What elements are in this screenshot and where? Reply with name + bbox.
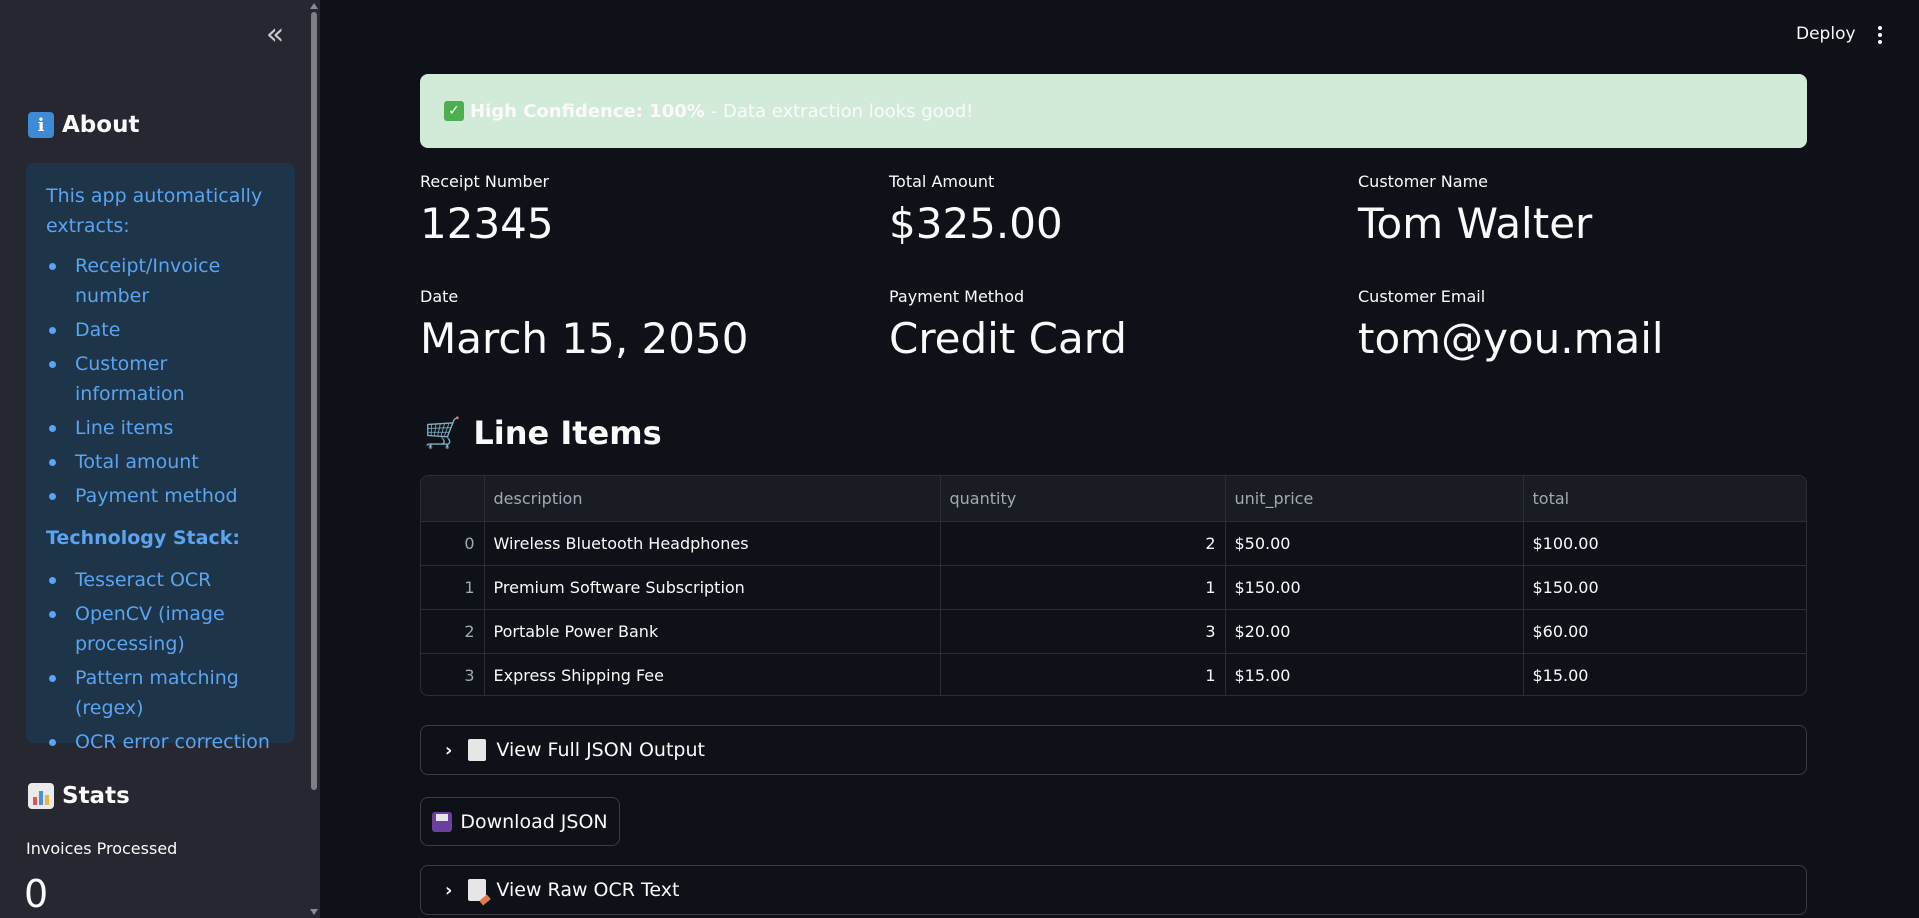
table-row: 2 Portable Power Bank 3 $20.00 $60.00 (421, 609, 1806, 654)
cell-unit-price[interactable]: $50.00 (1225, 521, 1524, 566)
row-index[interactable]: 2 (421, 609, 485, 654)
column-header-total[interactable]: total (1523, 476, 1806, 522)
list-item: OpenCV (image processing) (46, 599, 275, 659)
list-item: Total amount (46, 447, 275, 477)
metric-label: Receipt Number (420, 172, 550, 191)
feature-list: Receipt/Invoice number Date Customer inf… (46, 251, 275, 511)
about-heading: i About (28, 112, 139, 138)
cell-unit-price[interactable]: $150.00 (1225, 565, 1524, 610)
list-item: Tesseract OCR (46, 565, 275, 595)
tech-stack-heading: Technology Stack: (46, 527, 240, 549)
list-item: Receipt/Invoice number (46, 251, 275, 311)
json-output-expander[interactable]: › View Full JSON Output (420, 725, 1807, 775)
invoices-processed-value: 0 (24, 872, 49, 916)
more-menu-icon[interactable] (1874, 24, 1886, 46)
cell-description[interactable]: Express Shipping Fee (484, 653, 941, 695)
scrollbar-thumb[interactable] (311, 12, 317, 790)
cell-unit-price[interactable]: $20.00 (1225, 609, 1524, 654)
row-index[interactable]: 0 (421, 521, 485, 566)
metric-date: Date March 15, 2050 (420, 287, 748, 363)
cell-description[interactable]: Wireless Bluetooth Headphones (484, 521, 941, 566)
table-header-row: description quantity unit_price total (421, 476, 1806, 522)
tech-list: Tesseract OCR OpenCV (image processing) … (46, 565, 275, 757)
metric-payment-method: Payment Method Credit Card (889, 287, 1127, 363)
cell-quantity[interactable]: 1 (940, 565, 1226, 610)
confidence-alert: ✓ High Confidence: 100% - Data extractio… (420, 74, 1807, 148)
document-icon (468, 739, 487, 761)
cell-quantity[interactable]: 1 (940, 653, 1226, 695)
table-row: 1 Premium Software Subscription 1 $150.0… (421, 565, 1806, 610)
metric-value: $325.00 (889, 199, 1063, 248)
column-header-index[interactable] (421, 476, 485, 522)
invoices-processed-label: Invoices Processed (26, 839, 178, 858)
list-item: OCR error correction (46, 727, 275, 757)
cell-quantity[interactable]: 3 (940, 609, 1226, 654)
raw-ocr-expander-label: View Raw OCR Text (496, 879, 680, 901)
line-items-table[interactable]: description quantity unit_price total 0 … (420, 475, 1807, 696)
cell-description[interactable]: Premium Software Subscription (484, 565, 941, 610)
memo-icon (468, 879, 487, 901)
deploy-button[interactable]: Deploy (1796, 24, 1856, 44)
raw-ocr-expander[interactable]: › View Raw OCR Text (420, 865, 1807, 915)
column-header-description[interactable]: description (484, 476, 941, 522)
scroll-up-icon[interactable] (310, 3, 318, 9)
about-title: About (62, 112, 140, 138)
chevron-right-icon: › (445, 879, 453, 901)
info-icon: i (28, 112, 54, 138)
row-index[interactable]: 1 (421, 565, 485, 610)
metric-value: tom@you.mail (1358, 314, 1664, 363)
collapse-sidebar-icon[interactable]: « (262, 20, 288, 50)
stats-heading: Stats (28, 783, 130, 809)
about-intro: This app automatically extracts: (46, 185, 263, 237)
cell-quantity[interactable]: 2 (940, 521, 1226, 566)
stats-title: Stats (62, 783, 130, 809)
list-item: Line items (46, 413, 275, 443)
confidence-label: High Confidence: 100% (470, 100, 705, 122)
metric-label: Payment Method (889, 287, 1025, 306)
metric-total-amount: Total Amount $325.00 (889, 172, 1063, 248)
floppy-disk-icon (432, 811, 453, 832)
row-index[interactable]: 3 (421, 653, 485, 695)
cell-total[interactable]: $100.00 (1523, 521, 1806, 566)
metric-receipt-number: Receipt Number 12345 (420, 172, 554, 248)
table-row: 3 Express Shipping Fee 1 $15.00 $15.00 (421, 653, 1806, 695)
metric-value: March 15, 2050 (420, 314, 749, 363)
check-icon: ✓ (444, 101, 464, 121)
sidebar: « i About This app automatically extract… (0, 0, 320, 918)
cell-unit-price[interactable]: $15.00 (1225, 653, 1524, 695)
cell-description[interactable]: Portable Power Bank (484, 609, 941, 654)
metric-label: Customer Name (1358, 172, 1489, 191)
list-item: Date (46, 315, 275, 345)
shopping-cart-icon: 🛒 (424, 415, 462, 451)
metric-label: Total Amount (889, 172, 995, 191)
cell-total[interactable]: $60.00 (1523, 609, 1806, 654)
scroll-down-icon[interactable] (310, 909, 318, 915)
bar-chart-icon (28, 783, 54, 809)
cell-total[interactable]: $15.00 (1523, 653, 1806, 695)
line-items-heading: 🛒 Line Items (424, 414, 662, 452)
cell-total[interactable]: $150.00 (1523, 565, 1806, 610)
metric-customer-name: Customer Name Tom Walter (1358, 172, 1592, 248)
metric-customer-email: Customer Email tom@you.mail (1358, 287, 1664, 363)
column-header-quantity[interactable]: quantity (940, 476, 1226, 522)
download-json-button[interactable]: Download JSON (420, 797, 620, 846)
sidebar-scrollbar[interactable] (308, 0, 320, 918)
download-json-label: Download JSON (460, 810, 608, 833)
about-info-box: This app automatically extracts: Receipt… (26, 163, 295, 753)
metric-label: Date (420, 287, 459, 306)
chevron-right-icon: › (445, 739, 453, 761)
metric-value: Tom Walter (1358, 199, 1593, 248)
list-item: Pattern matching (regex) (46, 663, 275, 723)
list-item: Customer information (46, 349, 275, 409)
confidence-message: - Data extraction looks good! (710, 100, 974, 122)
metric-value: Credit Card (889, 314, 1127, 363)
list-item: Payment method (46, 481, 275, 511)
metric-value: 12345 (420, 199, 554, 248)
column-header-unit-price[interactable]: unit_price (1225, 476, 1524, 522)
table-row: 0 Wireless Bluetooth Headphones 2 $50.00… (421, 521, 1806, 566)
json-expander-label: View Full JSON Output (496, 739, 705, 761)
line-items-title: Line Items (473, 414, 662, 452)
metric-label: Customer Email (1358, 287, 1486, 306)
